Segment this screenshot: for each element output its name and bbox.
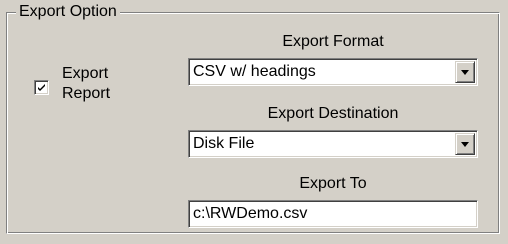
groupbox-title: Export Option <box>16 2 120 22</box>
down-arrow-icon <box>461 70 469 75</box>
export-report-label-line2: Report <box>62 85 111 102</box>
down-arrow-icon <box>461 142 469 147</box>
export-format-label: Export Format <box>282 33 384 50</box>
check-mark-icon <box>38 84 45 91</box>
export-option-panel: Export Option Export Report Export Forma… <box>0 0 508 244</box>
export-report-label-line1: Export <box>62 65 109 82</box>
export-format-dropdown-button[interactable] <box>455 61 475 83</box>
export-to-label: Export To <box>299 175 367 192</box>
export-report-label[interactable]: Export Report <box>62 64 110 104</box>
export-report-checkbox[interactable] <box>34 80 49 95</box>
export-format-select[interactable]: CSV w/ headings <box>188 58 478 86</box>
export-to-input[interactable] <box>188 200 478 228</box>
export-report-checkbox-row[interactable]: Export Report <box>34 64 110 104</box>
export-destination-select[interactable]: Disk File <box>188 130 478 158</box>
export-destination-dropdown-button[interactable] <box>455 133 475 155</box>
export-destination-value: Disk File <box>193 135 255 152</box>
export-destination-label: Export Destination <box>267 105 399 122</box>
export-format-value: CSV w/ headings <box>193 63 316 80</box>
